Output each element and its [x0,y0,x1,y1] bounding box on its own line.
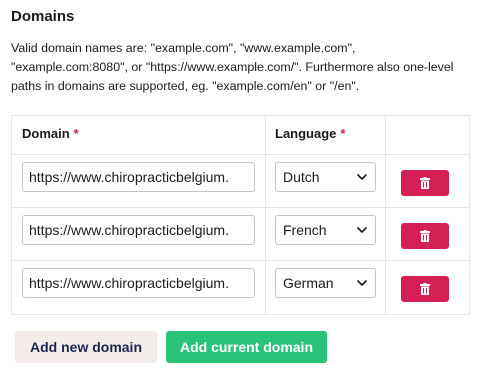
table-divider [385,116,386,314]
language-select[interactable]: French [275,215,376,245]
language-select[interactable]: Dutch [275,162,376,192]
help-text: Valid domain names are: "example.com", "… [11,39,473,96]
section-title: Domains [11,8,75,25]
domain-input[interactable] [22,215,255,245]
column-header-language: Language * [275,126,345,141]
language-select[interactable]: German [275,268,376,298]
language-value: Dutch [283,169,320,185]
trash-icon [420,177,430,189]
header-label: Domain [22,126,70,141]
table-divider [12,260,469,261]
trash-icon [420,283,430,295]
table-divider [265,116,266,314]
language-value: French [283,222,327,238]
required-marker: * [73,126,79,141]
trash-icon [420,230,430,242]
domain-input[interactable] [22,268,255,298]
add-new-domain-button[interactable]: Add new domain [15,331,157,363]
chevron-down-icon [357,174,367,180]
delete-domain-button[interactable] [401,276,449,302]
language-value: German [283,275,334,291]
domain-input[interactable] [22,162,255,192]
table-divider [12,154,469,155]
delete-domain-button[interactable] [401,223,449,249]
help-line: paths in domains are supported, eg. "exa… [11,79,360,93]
help-line: Valid domain names are: "example.com", "… [11,41,356,55]
add-current-domain-button[interactable]: Add current domain [166,331,327,363]
delete-domain-button[interactable] [401,170,449,196]
column-header-domain: Domain * [22,126,79,141]
chevron-down-icon [357,280,367,286]
header-label: Language [275,126,337,141]
chevron-down-icon [357,227,367,233]
help-line: "example.com:8080", or "https://www.exam… [11,60,454,74]
table-divider [12,207,469,208]
domains-panel: Domains Valid domain names are: "example… [0,0,484,372]
required-marker: * [340,126,346,141]
domains-table: Domain* Language* Dutch French [11,115,470,315]
